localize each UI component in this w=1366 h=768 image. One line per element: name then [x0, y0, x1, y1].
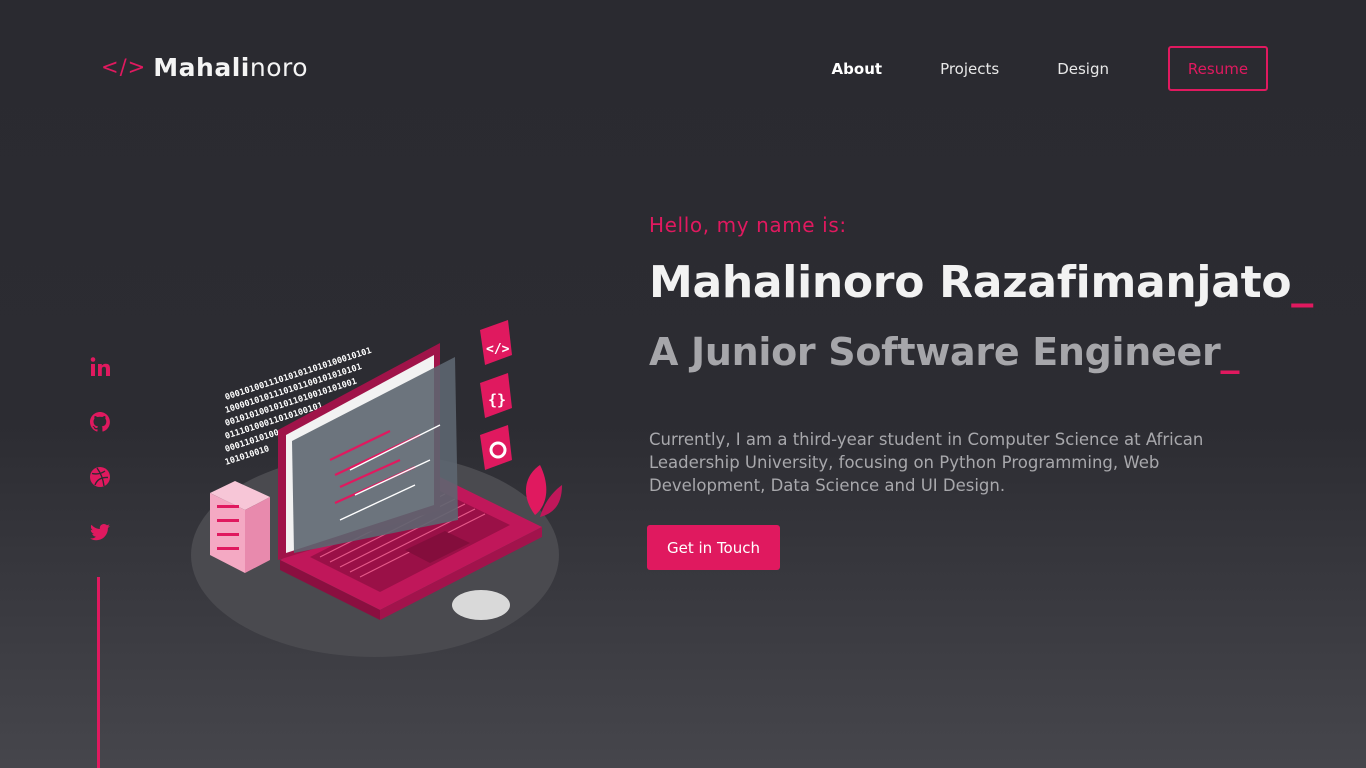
svg-text:{}: {} [488, 391, 506, 409]
job-title-text: A Junior Software Engineer [649, 330, 1221, 374]
greeting-text: Hello, my name is: [649, 213, 847, 237]
social-links [88, 355, 114, 575]
typing-cursor: _ [1291, 257, 1313, 308]
logo[interactable]: </> Mahali noro [101, 52, 308, 82]
logo-light-text: noro [249, 52, 309, 82]
typing-cursor: _ [1220, 330, 1240, 374]
social-divider-line [97, 577, 100, 768]
person-name-text: Mahalinoro Razafimanjato [649, 257, 1292, 308]
logo-bold-text: Mahali [153, 52, 250, 82]
job-title: A Junior Software Engineer_ [649, 330, 1239, 374]
resume-button[interactable]: Resume [1168, 46, 1268, 91]
twitter-icon[interactable] [88, 520, 112, 544]
bio-paragraph: Currently, I am a third-year student in … [649, 430, 1204, 495]
github-icon[interactable] [88, 410, 112, 434]
linkedin-icon[interactable] [88, 355, 112, 379]
code-brackets-icon: </> [101, 55, 147, 79]
main-nav: About Projects Design Resume [832, 46, 1268, 91]
svg-text:</>: </> [486, 342, 510, 357]
dribbble-icon[interactable] [88, 465, 112, 489]
nav-about[interactable]: About [832, 60, 883, 78]
person-name: Mahalinoro Razafimanjato_ [649, 257, 1313, 308]
nav-design[interactable]: Design [1057, 60, 1109, 78]
nav-projects[interactable]: Projects [940, 60, 999, 78]
get-in-touch-button[interactable]: Get in Touch [647, 525, 780, 570]
laptop-illustration: 000101001110101011010100010101 100001010… [191, 320, 562, 657]
